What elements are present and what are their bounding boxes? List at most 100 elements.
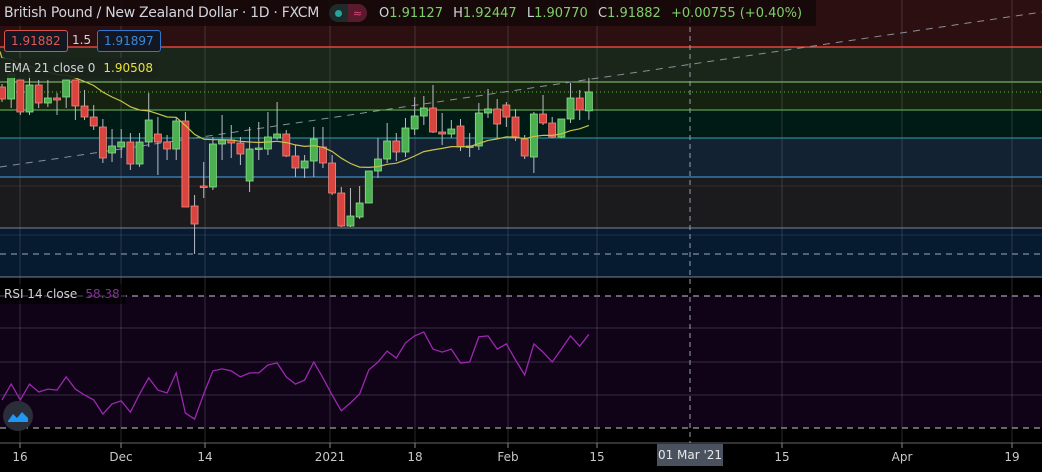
candle-body-down xyxy=(236,142,245,155)
ohlc-values: O1.91127 H1.92447 L1.90770 C1.91882 +0.0… xyxy=(378,5,803,21)
candle-body-up xyxy=(135,141,144,165)
sell-button[interactable]: 1.91882 xyxy=(4,30,68,52)
candle-body-up xyxy=(584,91,593,112)
ema-legend[interactable]: EMA 21 close 0 1.90508 xyxy=(0,58,160,78)
x-tick-label: Dec xyxy=(109,450,133,464)
candle-body-up xyxy=(43,97,52,104)
candle[interactable] xyxy=(16,79,25,115)
ema-label: EMA 21 close 0 xyxy=(4,61,96,75)
candle-body-down xyxy=(456,125,465,148)
candle-body-up xyxy=(374,158,382,172)
candle-body-down xyxy=(34,84,43,104)
candle-body-down xyxy=(181,120,190,208)
symbol-legend: British Pound / New Zealand Dollar · 1D … xyxy=(0,0,817,26)
spread-value: 1.5 xyxy=(72,33,92,47)
candle-body-up xyxy=(566,97,575,120)
candle-body-up xyxy=(300,160,309,169)
open-value: 1.91127 xyxy=(389,5,443,21)
change-value: +0.00755 (+0.40%) xyxy=(670,5,803,21)
candle-body-down xyxy=(0,86,6,100)
candle[interactable] xyxy=(209,137,217,190)
candle-body-up xyxy=(529,113,538,158)
candle-body-up xyxy=(144,119,153,143)
wave-icon: ≈ xyxy=(347,4,367,22)
close-value: 1.91882 xyxy=(607,5,661,21)
low-value: 1.90770 xyxy=(534,5,588,21)
candle-body-down xyxy=(16,79,25,113)
candle-body-down xyxy=(520,138,529,157)
x-tick-label: 2021 xyxy=(314,450,346,464)
rsi-label: RSI 14 close xyxy=(4,287,78,301)
candle-body-down xyxy=(98,126,107,159)
candle[interactable] xyxy=(557,118,566,138)
candle-body-up xyxy=(273,133,282,139)
candle-body-up xyxy=(346,215,355,227)
x-tick-label: Feb xyxy=(497,450,519,464)
candle-body-down xyxy=(153,133,162,143)
candle-body-up xyxy=(401,127,410,153)
candle-body-down xyxy=(319,146,327,164)
candle-body-up xyxy=(209,143,217,188)
candle-body-down xyxy=(190,205,199,225)
x-tick-label: Apr xyxy=(891,450,913,464)
candle-body-up xyxy=(484,108,492,114)
candle-body-up xyxy=(254,147,263,150)
candle-body-down xyxy=(392,140,401,153)
candle-body-up xyxy=(117,141,126,148)
candle-body-up xyxy=(218,139,226,145)
candle-body-down xyxy=(163,141,171,150)
candle-body-up xyxy=(245,148,254,182)
candle-body-down xyxy=(328,162,337,194)
candle-body-up xyxy=(447,128,456,135)
candle-body-down xyxy=(89,116,98,127)
candle-body-up xyxy=(62,79,71,98)
candle-body-up xyxy=(410,115,419,130)
symbol-title[interactable]: British Pound / New Zealand Dollar · 1D … xyxy=(4,5,319,21)
candle-body-down xyxy=(71,79,80,107)
candle-body-up xyxy=(25,84,34,113)
candle-body-down xyxy=(502,104,511,118)
candle-body-down xyxy=(199,185,208,188)
candle[interactable] xyxy=(337,187,346,227)
x-tick-label: 15 xyxy=(589,450,605,464)
candle[interactable] xyxy=(364,170,373,204)
x-tick-label: 14 xyxy=(197,450,213,464)
crosshair-date-label: 01 Mar '21 xyxy=(657,444,723,466)
candle-body-up xyxy=(309,138,318,162)
chart-root[interactable]: British Pound / New Zealand Dollar · 1D … xyxy=(0,0,1042,472)
candle-body-up xyxy=(264,136,272,150)
candle-body-up xyxy=(474,112,483,147)
x-tick-label: 15 xyxy=(774,450,790,464)
candle-body-up xyxy=(383,140,392,160)
buy-button[interactable]: 1.91897 xyxy=(97,30,161,52)
candle-body-up xyxy=(108,145,116,154)
ema-value: 1.90508 xyxy=(103,61,154,75)
zone-gray xyxy=(0,177,1042,228)
candle-body-down xyxy=(493,108,502,125)
candle-body-down xyxy=(53,97,61,101)
market-status-toggle[interactable]: ≈ xyxy=(328,4,367,22)
candle-body-up xyxy=(419,107,428,117)
candle-body-down xyxy=(438,131,447,135)
candle-body-up xyxy=(355,202,364,218)
candle[interactable] xyxy=(0,84,6,102)
market-open-dot-icon xyxy=(328,4,348,22)
candle-body-up xyxy=(364,170,373,204)
candle-body-down xyxy=(511,116,520,139)
candle-body-down xyxy=(126,141,135,165)
high-value: 1.92447 xyxy=(462,5,517,21)
candle-body-down xyxy=(575,97,584,111)
candle-body-down xyxy=(282,133,291,157)
x-tick-label: 18 xyxy=(407,450,423,464)
rsi-value: 58.38 xyxy=(85,287,120,301)
candle-body-down xyxy=(291,155,300,169)
x-tick-label: 16 xyxy=(12,450,28,464)
candle-body-up xyxy=(172,120,181,150)
rsi-legend[interactable]: RSI 14 close 58.38 xyxy=(0,284,126,304)
candle-body-down xyxy=(429,107,437,133)
tradingview-logo-icon[interactable] xyxy=(3,401,33,431)
candle-body-down xyxy=(337,192,346,227)
candle-body-down xyxy=(539,113,547,124)
zone-green xyxy=(0,82,1042,110)
candle-body-down xyxy=(80,105,89,118)
